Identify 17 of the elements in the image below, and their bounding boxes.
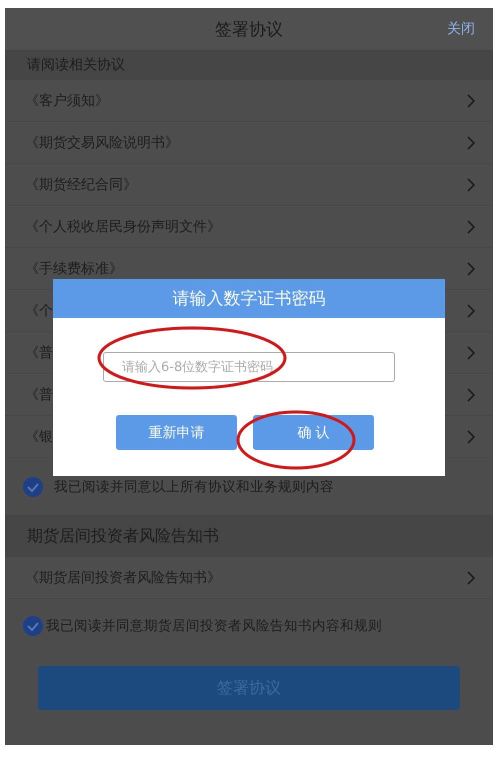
- chevron-right-icon: [467, 136, 475, 150]
- chevron-right-icon: [467, 304, 475, 318]
- dialog-title: 请输入数字证书密码: [53, 279, 445, 318]
- chevron-right-icon: [467, 570, 475, 584]
- chevron-right-icon: [467, 262, 475, 276]
- checkbox[interactable]: [22, 476, 44, 498]
- close-link[interactable]: 关闭: [447, 20, 475, 38]
- checkbox[interactable]: [22, 615, 44, 637]
- chevron-right-icon: [467, 430, 475, 444]
- chevron-right-icon: [467, 346, 475, 360]
- chevron-right-icon: [467, 94, 475, 108]
- dialog-button[interactable]: 重新申请: [116, 415, 237, 450]
- dialog-button[interactable]: 确 认: [253, 415, 374, 450]
- chevron-right-icon: [467, 220, 475, 234]
- password-field[interactable]: 请输入6-8位数字证书密码: [103, 352, 395, 382]
- chevron-right-icon: [467, 178, 475, 192]
- chevron-right-icon: [467, 388, 475, 402]
